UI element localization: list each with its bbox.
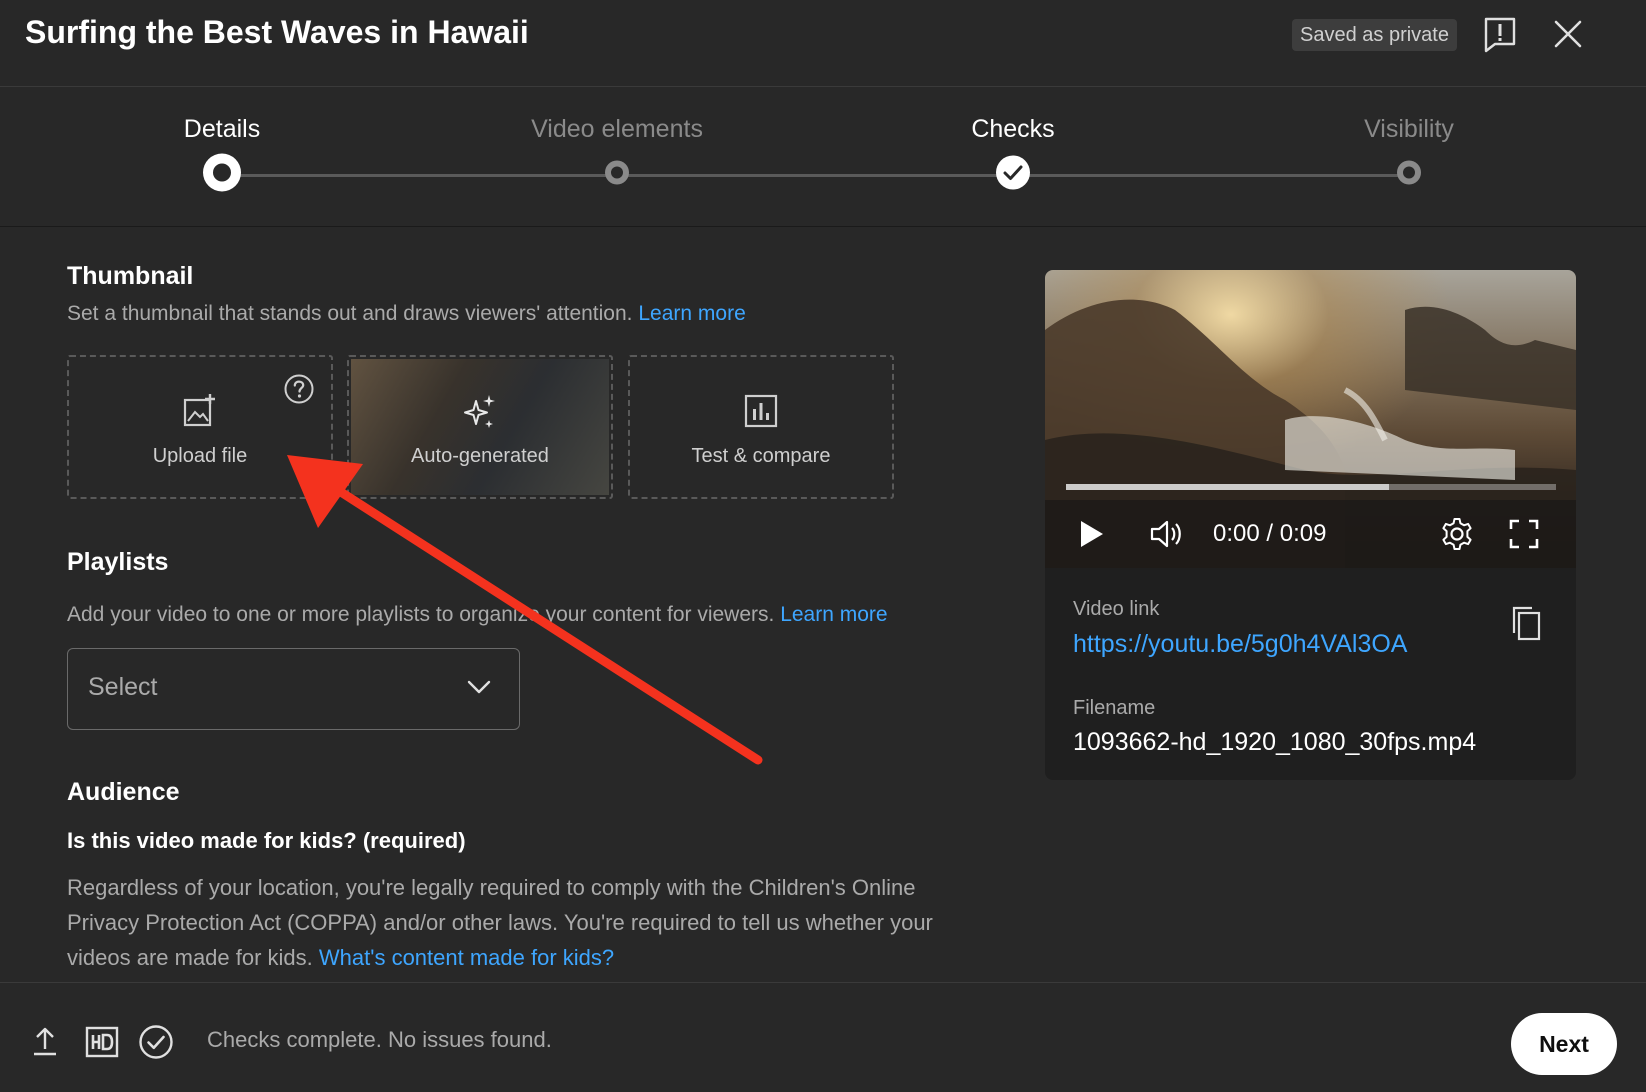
tab-visibility[interactable]: Visibility [1364,115,1454,144]
sparkle-icon [461,393,499,436]
thumbnail-description: Set a thumbnail that stands out and draw… [67,302,746,325]
video-progress-fill [1066,484,1390,490]
playlist-select[interactable]: Select [67,648,520,730]
step-current-indicator[interactable] [200,151,244,200]
gear-icon[interactable] [1439,516,1475,557]
dialog-header: Surfing the Best Waves in Hawaii Saved a… [0,0,1646,87]
chevron-down-icon [467,679,491,700]
made-for-kids-question: Is this video made for kids? (required) [67,828,466,853]
upload-file-button[interactable]: Upload file [67,355,333,499]
feedback-icon[interactable] [1483,16,1517,59]
made-for-kids-link[interactable]: What's content made for kids? [319,945,614,970]
auto-generated-thumbnail[interactable]: Auto-generated [347,355,613,499]
tab-checks[interactable]: Checks [971,115,1054,144]
play-icon[interactable] [1079,519,1105,554]
bar-chart-icon [743,393,779,434]
close-icon[interactable] [1552,18,1584,55]
upload-stepper: Details Video elements Checks Visibility [0,87,1646,227]
step-done-check-icon[interactable] [994,154,1032,197]
auto-generated-label: Auto-generated [411,445,549,467]
playlists-description: Add your video to one or more playlists … [67,603,888,626]
copy-icon[interactable] [1511,605,1541,646]
checks-status: Checks complete. No issues found. [207,1027,552,1052]
upload-icon [32,1025,58,1062]
playlists-learn-more-link[interactable]: Learn more [780,603,887,626]
video-preview-card: 0:00 / 0:09 Video link https://youtu.be/… [1045,270,1576,780]
step-upcoming-indicator[interactable] [602,158,632,193]
dialog-footer: Checks complete. No issues found. Next [0,982,1646,1092]
help-icon[interactable] [283,373,315,410]
audience-title: Audience [67,778,180,806]
fullscreen-icon[interactable] [1509,519,1539,554]
playlist-select-value: Select [88,673,158,701]
thumbnail-title: Thumbnail [67,262,194,290]
hd-icon [85,1026,119,1063]
video-time: 0:00 / 0:09 [1213,520,1327,547]
video-progress-bar[interactable] [1066,484,1556,490]
coppa-description: Regardless of your location, you're lega… [67,875,933,970]
tab-details[interactable]: Details [184,115,260,144]
checks-complete-icon [138,1024,174,1065]
step-upcoming-indicator[interactable] [1394,158,1424,193]
tab-video-elements[interactable]: Video elements [531,115,703,144]
filename-label: Filename [1073,697,1156,719]
saved-status-badge: Saved as private [1292,19,1457,51]
video-link[interactable]: https://youtu.be/5g0h4VAl3OA [1073,630,1408,659]
image-add-icon [182,393,218,434]
upload-file-label: Upload file [152,445,248,467]
thumbnail-learn-more-link[interactable]: Learn more [638,302,745,325]
test-compare-button[interactable]: Test & compare [628,355,894,499]
video-title: Surfing the Best Waves in Hawaii [25,14,529,50]
video-player[interactable]: 0:00 / 0:09 [1045,270,1576,568]
stepper-track [222,174,1410,177]
playlists-title: Playlists [67,548,169,576]
filename-value: 1093662-hd_1920_1080_30fps.mp4 [1073,728,1477,756]
video-link-label: Video link [1073,598,1160,620]
test-compare-label: Test & compare [691,445,831,467]
next-button[interactable]: Next [1511,1013,1617,1075]
volume-icon[interactable] [1149,518,1185,555]
